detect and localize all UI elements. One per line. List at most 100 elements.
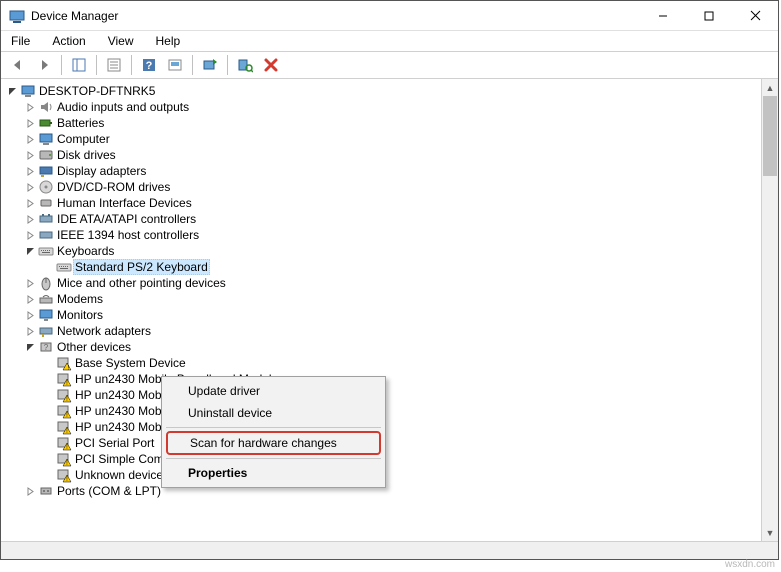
tree-item-standard-keyboard[interactable]: Standard PS/2 Keyboard	[5, 259, 761, 275]
tree-label: Other devices	[55, 339, 133, 355]
unknown-device-warning-icon: !	[55, 467, 73, 483]
tree-category-keyboards[interactable]: Keyboards	[5, 243, 761, 259]
ctx-scan-hardware[interactable]: Scan for hardware changes	[166, 431, 381, 455]
expand-icon[interactable]	[23, 227, 37, 243]
expand-icon[interactable]	[23, 483, 37, 499]
ctx-properties[interactable]: Properties	[164, 462, 383, 484]
expand-icon[interactable]	[23, 99, 37, 115]
other-devices-icon: ?	[37, 339, 55, 355]
vertical-scrollbar[interactable]: ▲ ▼	[761, 79, 778, 541]
unknown-device-warning-icon: !	[55, 371, 73, 387]
properties-button[interactable]	[102, 54, 126, 76]
tree-label: Modems	[55, 291, 105, 307]
tree-category-other[interactable]: ? Other devices	[5, 339, 761, 355]
expand-icon[interactable]	[23, 115, 37, 131]
forward-button[interactable]	[32, 54, 56, 76]
tree-category-mice[interactable]: Mice and other pointing devices	[5, 275, 761, 291]
svg-text:?: ?	[44, 343, 49, 352]
tree-label: Disk drives	[55, 147, 118, 163]
ctx-uninstall-device[interactable]: Uninstall device	[164, 402, 383, 424]
tree-category-display[interactable]: Display adapters	[5, 163, 761, 179]
context-menu-separator	[166, 458, 381, 459]
tree-category-network[interactable]: Network adapters	[5, 323, 761, 339]
tree-root[interactable]: DESKTOP-DFTNRK5	[5, 83, 761, 99]
unknown-device-warning-icon: !	[55, 451, 73, 467]
audio-icon	[37, 99, 55, 115]
tree-category-modems[interactable]: Modems	[5, 291, 761, 307]
expand-icon[interactable]	[23, 291, 37, 307]
tree-label: Computer	[55, 131, 112, 147]
expand-icon[interactable]	[23, 163, 37, 179]
tree-label: Display adapters	[55, 163, 148, 179]
app-icon	[9, 8, 25, 24]
window-title: Device Manager	[31, 9, 118, 23]
tree-label: DVD/CD-ROM drives	[55, 179, 172, 195]
scroll-up-icon[interactable]: ▲	[762, 79, 778, 96]
update-driver-button[interactable]	[198, 54, 222, 76]
tree-category-hid[interactable]: Human Interface Devices	[5, 195, 761, 211]
titlebar: Device Manager	[1, 1, 778, 31]
tree-category-ieee[interactable]: IEEE 1394 host controllers	[5, 227, 761, 243]
ieee1394-icon	[37, 227, 55, 243]
tree-label: IEEE 1394 host controllers	[55, 227, 201, 243]
expand-icon[interactable]	[23, 131, 37, 147]
scrollbar-thumb[interactable]	[763, 96, 777, 176]
expand-icon[interactable]	[23, 275, 37, 291]
ctx-update-driver[interactable]: Update driver	[164, 380, 383, 402]
expand-icon[interactable]	[23, 211, 37, 227]
display-adapter-icon	[37, 163, 55, 179]
collapse-icon[interactable]	[5, 83, 19, 99]
disk-icon	[37, 147, 55, 163]
ide-icon	[37, 211, 55, 227]
tree-category-monitors[interactable]: Monitors	[5, 307, 761, 323]
menu-action[interactable]: Action	[48, 33, 89, 49]
unknown-device-warning-icon: !	[55, 435, 73, 451]
collapse-icon[interactable]	[23, 339, 37, 355]
tree-label: Audio inputs and outputs	[55, 99, 191, 115]
expand-icon[interactable]	[23, 147, 37, 163]
hid-icon	[37, 195, 55, 211]
mouse-icon	[37, 275, 55, 291]
tree-category-batteries[interactable]: Batteries	[5, 115, 761, 131]
show-hide-tree-button[interactable]	[67, 54, 91, 76]
modem-icon	[37, 291, 55, 307]
menu-help[interactable]: Help	[152, 33, 185, 49]
monitor-icon	[37, 307, 55, 323]
unknown-device-warning-icon: !	[55, 403, 73, 419]
statusbar	[1, 541, 778, 559]
collapse-icon[interactable]	[23, 243, 37, 259]
maximize-button[interactable]	[686, 1, 732, 31]
minimize-button[interactable]	[640, 1, 686, 31]
tree-label: Ports (COM & LPT)	[55, 483, 163, 499]
toolbar-icon-button[interactable]	[163, 54, 187, 76]
uninstall-button[interactable]	[259, 54, 283, 76]
tree-label: Mice and other pointing devices	[55, 275, 228, 291]
tree-label: Human Interface Devices	[55, 195, 194, 211]
scroll-down-icon[interactable]: ▼	[762, 524, 778, 541]
tree-label: Keyboards	[55, 243, 116, 259]
tree-category-dvd[interactable]: DVD/CD-ROM drives	[5, 179, 761, 195]
expand-icon[interactable]	[23, 307, 37, 323]
tree-category-disk[interactable]: Disk drives	[5, 147, 761, 163]
toolbar-separator	[227, 55, 228, 75]
tree-category-audio[interactable]: Audio inputs and outputs	[5, 99, 761, 115]
expand-icon[interactable]	[23, 195, 37, 211]
context-menu-separator	[166, 427, 381, 428]
context-menu: Update driver Uninstall device Scan for …	[161, 376, 386, 488]
toolbar-separator	[131, 55, 132, 75]
dvd-icon	[37, 179, 55, 195]
tree-category-computer[interactable]: Computer	[5, 131, 761, 147]
back-button[interactable]	[6, 54, 30, 76]
expand-icon[interactable]	[23, 179, 37, 195]
menu-view[interactable]: View	[104, 33, 138, 49]
scan-hardware-button[interactable]	[233, 54, 257, 76]
content-area: DESKTOP-DFTNRK5 Audio inputs and outputs…	[1, 79, 778, 541]
tree-label: PCI Serial Port	[73, 435, 156, 451]
tree-item-base-system-device[interactable]: ! Base System Device	[5, 355, 761, 371]
tree-category-ide[interactable]: IDE ATA/ATAPI controllers	[5, 211, 761, 227]
expand-icon[interactable]	[23, 323, 37, 339]
close-button[interactable]	[732, 1, 778, 31]
help-button[interactable]: ?	[137, 54, 161, 76]
menu-file[interactable]: File	[7, 33, 34, 49]
tree-label: DESKTOP-DFTNRK5	[37, 83, 157, 99]
